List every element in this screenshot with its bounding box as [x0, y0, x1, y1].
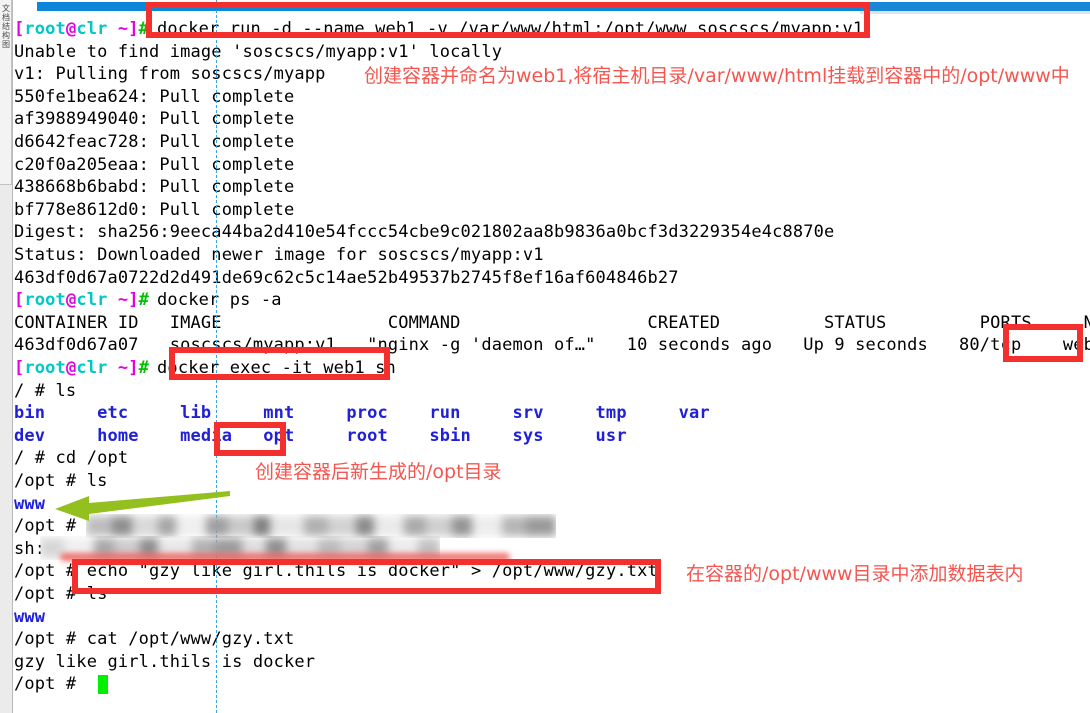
cat-output: gzy like girl.thils is docker: [14, 651, 316, 672]
sh-command-ls-1: ls: [55, 380, 77, 401]
prompt-at: @: [65, 19, 77, 39]
sh-line-ls-3: /opt # ls: [14, 583, 107, 606]
prompt-cwd-2: ~: [107, 290, 129, 311]
sh-command-ls-2: ls: [86, 471, 108, 491]
prompt-user-3: root: [24, 358, 66, 378]
window-accent-bar-right: [860, 2, 1090, 11]
ls-output-row-1: bin etc lib mnt proc run srv tmp var: [14, 403, 710, 424]
ls-output-www-2: www: [14, 606, 46, 627]
sh-command-ls-3: ls: [86, 584, 108, 604]
command-docker-ps: docker ps -a: [157, 290, 282, 311]
screenshot-root: 文档结构图 [root@clr ~]# docker run -d --name …: [0, 0, 1090, 713]
sh-prompt-7: /opt #: [14, 629, 87, 650]
terminal-line-prompt-3: [root@clr ~]# docker exec -it web1 sh: [14, 357, 396, 380]
document-structure-label: 文档结构图: [2, 4, 10, 49]
prompt-hash-2: #: [138, 290, 150, 311]
terminal-output[interactable]: [root@clr ~]# docker run -d --name web1 -…: [14, 14, 1090, 713]
prompt-bracket-open: [: [14, 19, 25, 39]
sh-command-echo: echo "gzy like girl.thils is docker" > /…: [86, 561, 658, 582]
prompt-at-3: @: [65, 358, 77, 378]
prompt-hash: #: [138, 19, 150, 39]
green-arrow-icon: [55, 491, 230, 521]
sh-line-cd-opt: / # cd /opt: [14, 447, 128, 470]
sh-prompt-2: / #: [14, 448, 56, 469]
command-docker-run: docker run -d --name web1 -v /var/www/ht…: [157, 19, 864, 39]
sh-line-echo: /opt # echo "gzy like girl.thils is dock…: [14, 560, 658, 583]
terminal-line-3: v1: Pulling from soscscs/myapp: [14, 64, 326, 85]
sh-line-cat: /opt # cat /opt/www/gzy.txt: [14, 628, 294, 651]
prompt-host-3: clr: [76, 358, 108, 378]
terminal-line-4: 550fe1bea624: Pull complete: [14, 86, 295, 107]
terminal-line-7: c20f0a205eaa: Pull complete: [14, 154, 295, 175]
prompt-user: root: [24, 19, 66, 39]
prompt-hash-3: #: [138, 358, 150, 378]
terminal-cursor: [98, 675, 108, 694]
annotation-add-data: 在容器的/opt/www目录中添加数据表内: [686, 563, 1024, 585]
sh-command-cat: cat /opt/www/gzy.txt: [86, 629, 295, 650]
prompt-user-2: root: [24, 290, 66, 311]
prompt-bracket-open-2: [: [14, 290, 25, 311]
sh-command-cd: cd /opt: [55, 448, 129, 469]
prompt-at-2: @: [65, 290, 77, 311]
annotation-create-container: 创建容器并命名为web1,将宿主机目录/var/www/html挂载到容器中的/…: [364, 65, 1070, 87]
redacted-red-smear: [60, 553, 510, 561]
ls-output-row-2: dev home media opt root sbin sys usr: [14, 425, 627, 446]
alignment-guide-line: [216, 0, 217, 713]
document-structure-tab[interactable]: 文档结构图: [0, 0, 12, 185]
terminal-line-digest: Digest: sha256:9eeca44ba2d410e54fccc54cb…: [14, 222, 835, 243]
ps-table-header: CONTAINER ID IMAGE COMMAND CREATED STATU…: [14, 312, 1090, 333]
prompt-host-2: clr: [76, 290, 108, 311]
prompt-bracket-close-2: ]: [128, 290, 139, 311]
terminal-line-prompt-1: [root@clr ~]# docker run -d --name web1 -…: [14, 18, 863, 41]
terminal-line-9: bf778e8612d0: Pull complete: [14, 199, 295, 220]
sh-prompt-3: /opt #: [14, 471, 87, 491]
sh-line-final-prompt: /opt #: [14, 673, 87, 696]
sh-prompt-5: /opt #: [14, 561, 87, 582]
prompt-bracket-close-3: ]: [128, 358, 139, 378]
sh-prompt-8: /opt #: [14, 674, 87, 695]
command-docker-exec: docker exec -it web1 sh: [157, 358, 396, 378]
terminal-line-6: d6642feac728: Pull complete: [14, 132, 295, 152]
terminal-line-8: 438668b6babd: Pull complete: [14, 177, 295, 198]
sh-line-ls-root: / # ls: [14, 380, 76, 403]
prompt-host: clr: [76, 19, 108, 39]
sh-prompt-6: /opt #: [14, 584, 87, 604]
terminal-line-5: af3988949040: Pull complete: [14, 109, 295, 130]
sh-prompt-1: / #: [14, 380, 56, 401]
document-structure-strip[interactable]: 文档结构图: [0, 0, 13, 713]
prompt-bracket-close: ]: [128, 19, 139, 39]
terminal-line-prompt-2: [root@clr ~]# docker ps -a: [14, 289, 282, 312]
prompt-cwd-3: ~: [107, 358, 129, 378]
terminal-line-2: Unable to find image 'soscscs/myapp:v1' …: [14, 41, 503, 62]
ls-output-www-1: www: [14, 493, 46, 514]
prompt-bracket-open-3: [: [14, 358, 25, 378]
prompt-cwd: ~: [107, 19, 129, 39]
annotation-opt-directory: 创建容器后新生成的/opt目录: [255, 461, 502, 483]
ps-table-row: 463df0d67a07 soscscs/myapp:v1 "nginx -g …: [14, 335, 1090, 356]
terminal-line-status: Status: Downloaded newer image for soscs…: [14, 245, 544, 265]
terminal-line-container-hash: 463df0d67a0722d2d491de69c62c5c14ae52b495…: [14, 267, 679, 288]
